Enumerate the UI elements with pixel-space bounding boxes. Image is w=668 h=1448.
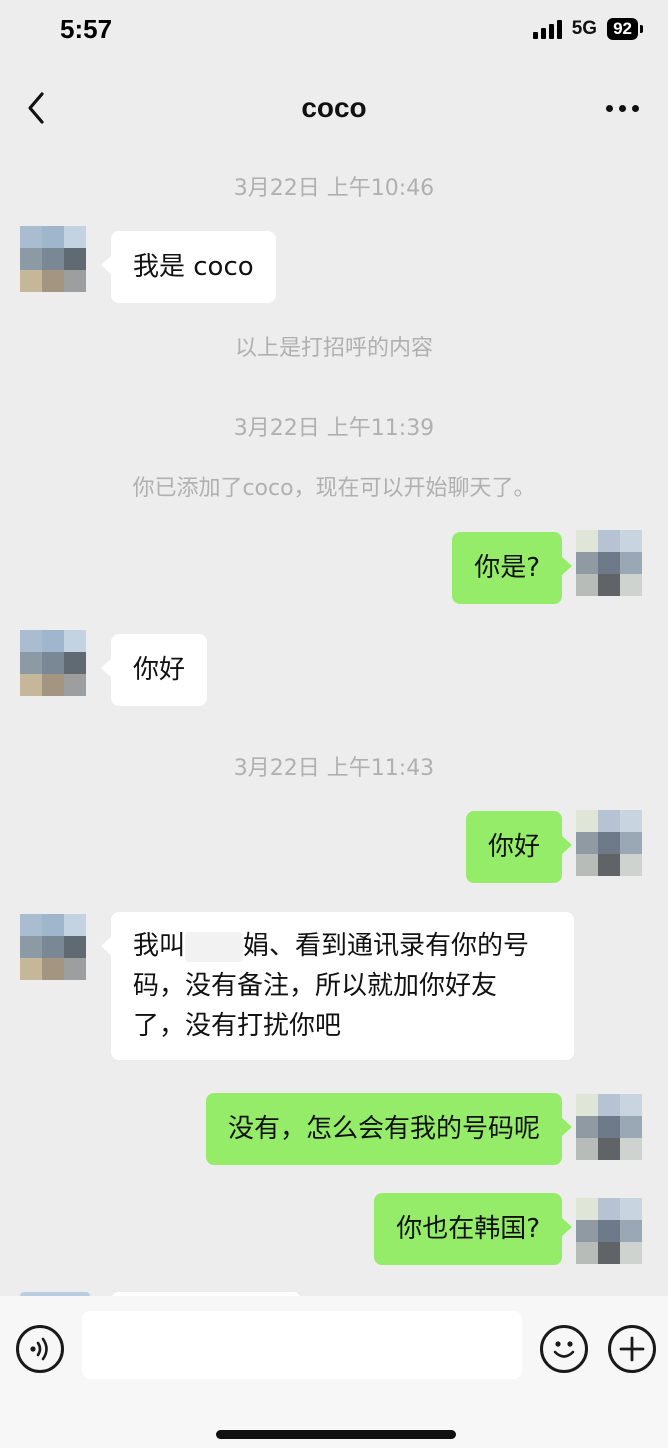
more-button[interactable] — [606, 96, 646, 120]
emoji-button[interactable] — [540, 1325, 588, 1373]
nav-bar: coco — [0, 64, 668, 154]
signal-icon — [532, 19, 562, 39]
contact-avatar[interactable] — [20, 914, 90, 984]
outgoing-message[interactable]: 你好 — [465, 811, 573, 883]
chat-title: coco — [301, 92, 367, 123]
status-time: 5:57 — [60, 14, 113, 44]
battery-level: 92 — [613, 19, 632, 38]
plus-icon — [619, 1336, 645, 1362]
emoji-icon — [553, 1341, 575, 1358]
outgoing-message[interactable]: 你也在韩国? — [374, 1193, 572, 1265]
message-text: 娟、看到通讯录有你的号 — [243, 931, 530, 961]
voice-icon — [30, 1337, 48, 1361]
incoming-message[interactable]: 我叫 娟、看到通讯录有你的号 码，没有备注，所以就加你好友 了，没有打扰你吧 — [101, 912, 574, 1060]
network-label: 5G — [571, 18, 598, 39]
system-notice: 以上是打招呼的内容 — [234, 336, 433, 361]
contact-avatar[interactable] — [20, 630, 90, 700]
message-line: 我叫 娟、看到通讯录有你的号 — [133, 926, 552, 966]
contact-avatar[interactable] — [20, 226, 90, 296]
outgoing-message[interactable]: 你是? — [452, 532, 572, 604]
more-dots-icon — [606, 104, 613, 112]
message-line: 了，没有打扰你吧 — [133, 1011, 342, 1041]
plus-button[interactable] — [608, 1325, 656, 1373]
incoming-message[interactable]: 我是 coco — [101, 231, 276, 303]
input-bar — [0, 1296, 668, 1448]
timestamp: 3月22日 上午11:43 — [233, 756, 435, 781]
message-input[interactable] — [82, 1311, 522, 1379]
message-line: 码，没有备注，所以就加你好友 — [133, 971, 498, 1001]
my-avatar[interactable] — [576, 1094, 646, 1164]
incoming-message[interactable]: 你好 — [100, 634, 208, 706]
my-avatar[interactable] — [576, 1198, 646, 1268]
status-indicators: 5G 92 — [532, 18, 643, 40]
chat-area[interactable]: 3月22日 上午10:46 我是 coco 以上是打招呼的内容 3月22日 上午… — [0, 154, 668, 1296]
voice-button[interactable] — [16, 1325, 64, 1373]
redacted-name — [185, 931, 244, 962]
timestamp: 3月22日 上午10:46 — [233, 176, 435, 201]
my-avatar[interactable] — [576, 810, 646, 880]
outgoing-message[interactable]: 没有，怎么会有我的号码呢 — [205, 1093, 573, 1165]
status-bar: 5:57 5G 92 — [0, 0, 668, 64]
system-notice: 你已添加了coco，现在可以开始聊天了。 — [132, 476, 536, 501]
my-avatar[interactable] — [576, 530, 646, 600]
home-indicator — [216, 1430, 456, 1439]
message-text: 我叫 — [133, 931, 186, 961]
timestamp: 3月22日 上午11:39 — [233, 416, 435, 441]
battery-icon: 92 — [607, 18, 643, 40]
